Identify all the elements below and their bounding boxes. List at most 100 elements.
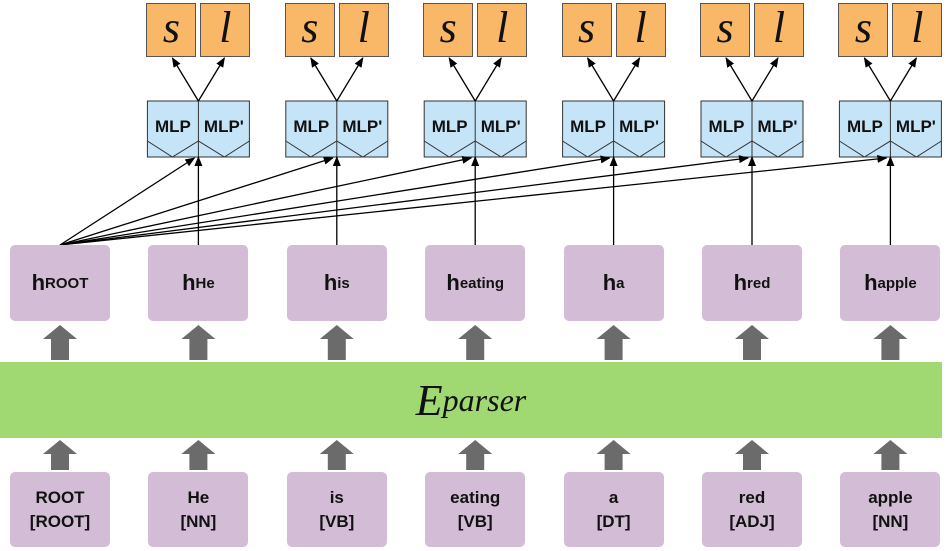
hidden-prefix: h bbox=[31, 270, 46, 295]
output-l-box: l bbox=[200, 2, 251, 57]
output-s-text: s bbox=[439, 2, 457, 52]
up-arrow-icon bbox=[43, 325, 77, 360]
mlp-prime-label: MLP' bbox=[890, 101, 941, 157]
output-l-box: l bbox=[477, 2, 528, 57]
output-l-box: l bbox=[615, 2, 666, 57]
head-arrow bbox=[59, 155, 473, 246]
mlp-prime-label: MLP' bbox=[198, 101, 249, 157]
output-l-box: l bbox=[754, 3, 804, 57]
output-l-text: l bbox=[496, 2, 509, 52]
up-arrow-icon bbox=[43, 440, 77, 470]
output-s-text: s bbox=[854, 2, 872, 52]
up-arrow-icon bbox=[181, 325, 216, 360]
hidden-state-box: h He bbox=[148, 245, 249, 321]
mlp-prime-label: MLP' bbox=[337, 101, 388, 157]
arrow-to-l bbox=[889, 57, 917, 102]
hidden-subscript: eating bbox=[459, 274, 504, 292]
mlp-label: MLP bbox=[286, 101, 337, 157]
token-word: ROOT bbox=[35, 487, 85, 507]
hidden-prefix: h bbox=[323, 270, 338, 295]
token-tag: [VB] bbox=[457, 511, 493, 531]
mlp-prime-text: MLP' bbox=[757, 117, 798, 136]
head-arrow bbox=[59, 154, 888, 246]
output-s-box: s bbox=[284, 2, 335, 57]
token-box: red [ADJ] bbox=[702, 472, 802, 547]
up-arrow-icon bbox=[181, 440, 216, 470]
output-s-text: s bbox=[716, 2, 734, 52]
token-tag: [VB] bbox=[319, 511, 355, 531]
up-arrow-icon bbox=[873, 325, 908, 360]
arrow-to-s bbox=[863, 57, 891, 102]
output-l-text: l bbox=[357, 2, 370, 52]
token-word: eating bbox=[450, 487, 501, 507]
token-box: He [NN] bbox=[148, 472, 249, 547]
token-tag: [ROOT] bbox=[29, 511, 91, 531]
token-box: a [DT] bbox=[563, 472, 664, 547]
hidden-state-box: h red bbox=[702, 245, 802, 321]
hidden-state-box: h eating bbox=[425, 245, 526, 321]
mlp-prime-text: MLP' bbox=[203, 117, 244, 136]
up-arrow-icon bbox=[735, 325, 769, 360]
arrow-to-l bbox=[751, 57, 779, 102]
hidden-state-box: h apple bbox=[840, 245, 941, 321]
output-s-box: s bbox=[561, 2, 612, 57]
hidden-state-box: ha bbox=[563, 245, 664, 321]
mlp-prime-text: MLP' bbox=[480, 117, 521, 136]
output-s-text: s bbox=[578, 2, 596, 52]
arrow-to-l bbox=[197, 57, 225, 102]
up-arrow-icon bbox=[873, 440, 908, 470]
hidden-subscript: He bbox=[195, 274, 215, 292]
token-box: apple [NN] bbox=[840, 472, 941, 547]
output-s-text: s bbox=[301, 2, 319, 52]
up-arrow-icon bbox=[458, 325, 493, 360]
up-arrow-icon bbox=[458, 440, 493, 470]
arrow-to-s bbox=[725, 57, 753, 102]
hidden-prefix: h bbox=[602, 270, 617, 295]
mlp-label: MLP bbox=[701, 101, 752, 157]
up-arrow-icon bbox=[735, 440, 769, 470]
token-tag: [NN] bbox=[872, 511, 909, 531]
encoder-subscript: parser bbox=[442, 381, 527, 418]
arrow-to-l bbox=[613, 57, 641, 102]
mlp-text: MLP bbox=[708, 117, 745, 136]
hidden-prefix: h bbox=[864, 270, 878, 295]
arrow-to-s bbox=[171, 57, 199, 102]
hidden-subscript: is bbox=[337, 274, 350, 292]
token-tag: [ADJ] bbox=[729, 511, 775, 531]
mlp-text: MLP bbox=[846, 117, 883, 136]
mlp-prime-label: MLP' bbox=[475, 101, 526, 157]
hidden-subscript: ROOT bbox=[45, 274, 89, 292]
token-tag: [DT] bbox=[596, 511, 631, 531]
head-arrow bbox=[59, 156, 334, 246]
arrow-to-l bbox=[336, 57, 364, 102]
output-s-text: s bbox=[162, 2, 180, 52]
hidden-state-box: h is bbox=[286, 245, 387, 321]
arrow-to-s bbox=[448, 57, 476, 102]
output-l-box: l bbox=[892, 3, 943, 57]
head-arrow bbox=[59, 155, 611, 246]
mlp-prime-text: MLP' bbox=[619, 117, 660, 136]
arrow-to-l bbox=[474, 57, 502, 102]
token-box: eating [VB] bbox=[425, 472, 526, 547]
arrow-to-s bbox=[310, 57, 338, 102]
up-arrow-icon bbox=[319, 440, 354, 470]
output-l-box: l bbox=[338, 2, 389, 57]
token-box: is [VB] bbox=[286, 472, 387, 547]
head-arrow bbox=[59, 155, 749, 246]
mlp-text: MLP bbox=[154, 117, 191, 136]
hidden-state-box: h ROOT bbox=[10, 245, 110, 321]
hidden-subscript: apple bbox=[877, 274, 917, 292]
output-l-text: l bbox=[219, 2, 232, 52]
up-arrow-icon bbox=[319, 325, 354, 360]
mlp-prime-label: MLP' bbox=[614, 101, 665, 157]
mlp-label: MLP bbox=[147, 101, 198, 157]
mlp-prime-label: MLP' bbox=[752, 101, 803, 157]
mlp-prime-text: MLP' bbox=[342, 117, 383, 136]
hidden-subscript: a bbox=[616, 274, 625, 292]
output-l-text: l bbox=[634, 2, 647, 52]
mlp-text: MLP bbox=[293, 117, 330, 136]
token-word: a bbox=[608, 487, 619, 507]
mlp-prime-text: MLP' bbox=[895, 117, 936, 136]
mlp-label: MLP bbox=[563, 101, 614, 157]
mlp-text: MLP bbox=[570, 117, 607, 136]
